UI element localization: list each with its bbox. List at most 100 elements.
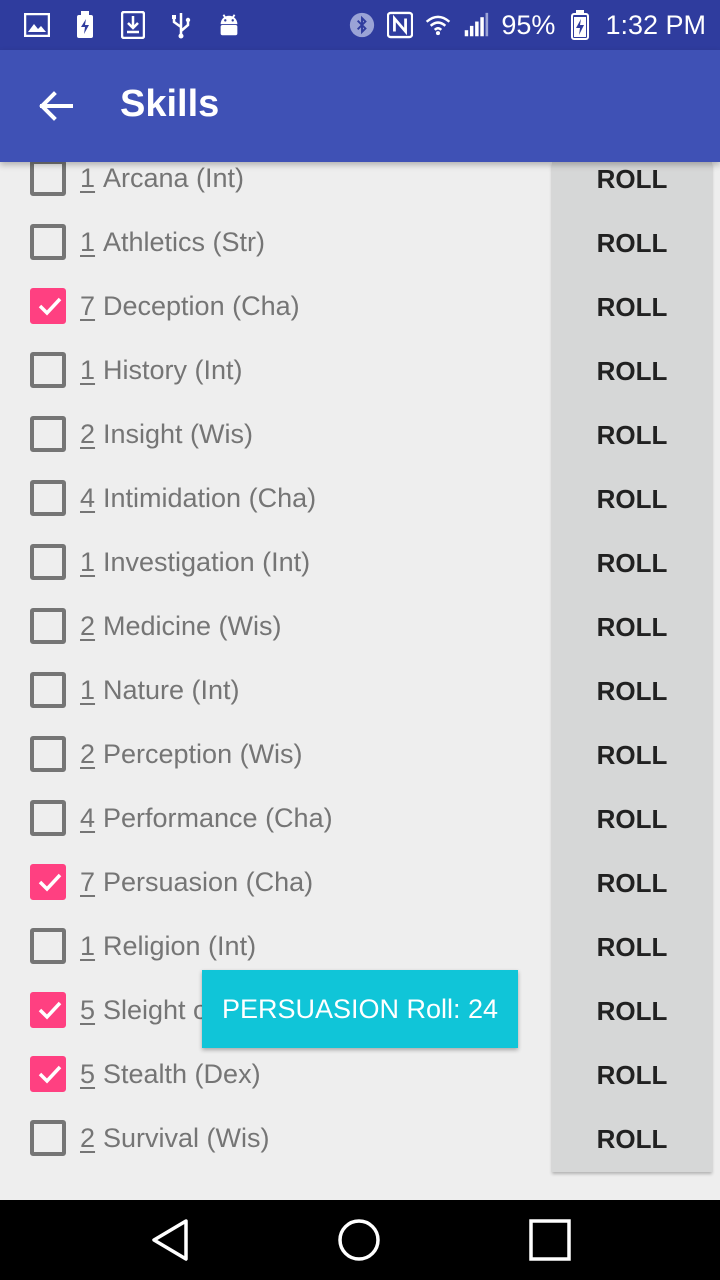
skill-label: Arcana (Int) (103, 163, 245, 193)
proficiency-checkbox[interactable] (30, 608, 66, 644)
skill-modifier[interactable]: 7 (80, 867, 95, 898)
proficiency-checkbox[interactable] (30, 1056, 66, 1092)
skill-modifier[interactable]: 4 (80, 803, 95, 834)
proficiency-checkbox[interactable] (30, 992, 66, 1028)
skill-row: 1 Arcana (Int) ROLL (0, 162, 720, 210)
skill-row: 2 Insight (Wis) ROLL (0, 402, 720, 466)
skill-label: Persuasion (Cha) (103, 867, 314, 897)
skill-row: 1 Athletics (Str) ROLL (0, 210, 720, 274)
roll-button[interactable]: ROLL (552, 420, 712, 451)
skill-row: 2 Survival (Wis) ROLL (0, 1106, 720, 1170)
skill-label: Intimidation (Cha) (103, 483, 317, 513)
skill-label: Insight (Wis) (103, 419, 254, 449)
roll-button[interactable]: ROLL (552, 164, 712, 195)
download-icon (120, 11, 146, 39)
roll-button[interactable]: ROLL (552, 548, 712, 579)
skill-modifier[interactable]: 1 (80, 931, 95, 962)
skill-label: Perception (Wis) (103, 739, 303, 769)
proficiency-checkbox[interactable] (30, 288, 66, 324)
skill-label: Religion (Int) (103, 931, 257, 961)
proficiency-checkbox[interactable] (30, 162, 66, 196)
roll-result-toast: PERSUASION Roll: 24 (202, 970, 518, 1048)
nav-bar (0, 1200, 720, 1280)
skill-label: Athletics (Str) (103, 227, 266, 257)
roll-button[interactable]: ROLL (552, 932, 712, 963)
skill-modifier[interactable]: 1 (80, 227, 95, 258)
skill-row: 4 Intimidation (Cha) ROLL (0, 466, 720, 530)
nav-home-icon (338, 1219, 380, 1261)
skill-modifier[interactable]: 1 (80, 675, 95, 706)
proficiency-checkbox[interactable] (30, 544, 66, 580)
nfc-icon (387, 11, 414, 39)
roll-button[interactable]: ROLL (552, 1060, 712, 1091)
check-icon (38, 297, 62, 316)
nav-back-button[interactable] (146, 1216, 194, 1264)
skill-row: 1 Religion (Int) ROLL (0, 914, 720, 978)
android-icon (216, 11, 242, 39)
nav-home-button[interactable] (335, 1216, 383, 1264)
skill-modifier[interactable]: 2 (80, 611, 95, 642)
proficiency-checkbox[interactable] (30, 416, 66, 452)
gallery-icon (24, 11, 50, 39)
skill-label: Nature (Int) (103, 675, 240, 705)
battery-icon (567, 10, 593, 40)
back-button[interactable] (28, 78, 84, 134)
nav-recents-icon (529, 1219, 571, 1261)
skill-row: 2 Perception (Wis) ROLL (0, 722, 720, 786)
check-icon (38, 873, 62, 892)
bluetooth-icon (349, 11, 375, 39)
roll-button[interactable]: ROLL (552, 1124, 712, 1155)
proficiency-checkbox[interactable] (30, 1120, 66, 1156)
check-icon (38, 1065, 62, 1084)
roll-button[interactable]: ROLL (552, 484, 712, 515)
signal-icon (463, 11, 489, 39)
roll-button[interactable]: ROLL (552, 996, 712, 1027)
skill-modifier[interactable]: 2 (80, 1123, 95, 1154)
skill-row: 1 Investigation (Int) ROLL (0, 530, 720, 594)
skill-row: 2 Medicine (Wis) ROLL (0, 594, 720, 658)
skill-label: Investigation (Int) (103, 547, 311, 577)
proficiency-checkbox[interactable] (30, 672, 66, 708)
proficiency-checkbox[interactable] (30, 736, 66, 772)
skill-label: Performance (Cha) (103, 803, 333, 833)
proficiency-checkbox[interactable] (30, 224, 66, 260)
skill-modifier[interactable]: 2 (80, 419, 95, 450)
proficiency-checkbox[interactable] (30, 928, 66, 964)
nav-back-icon (152, 1219, 188, 1261)
skill-modifier[interactable]: 1 (80, 547, 95, 578)
roll-button[interactable]: ROLL (552, 228, 712, 259)
skill-modifier[interactable]: 2 (80, 739, 95, 770)
roll-button[interactable]: ROLL (552, 676, 712, 707)
roll-button[interactable]: ROLL (552, 868, 712, 899)
battery-percent: 95% (501, 9, 556, 40)
roll-button[interactable]: ROLL (552, 356, 712, 387)
skill-modifier[interactable]: 5 (80, 995, 95, 1026)
roll-button[interactable]: ROLL (552, 804, 712, 835)
skill-row: 1 Nature (Int) ROLL (0, 658, 720, 722)
page-title: Skills (120, 83, 220, 125)
battery-charging-icon (72, 11, 98, 39)
skill-row: 1 History (Int) ROLL (0, 338, 720, 402)
skill-modifier[interactable]: 5 (80, 1059, 95, 1090)
check-icon (38, 1001, 62, 1020)
skill-modifier[interactable]: 1 (80, 355, 95, 386)
roll-button[interactable]: ROLL (552, 292, 712, 323)
app-bar: Skills (0, 50, 720, 162)
skill-row: 4 Performance (Cha) ROLL (0, 786, 720, 850)
skill-row: 5 Stealth (Dex) ROLL (0, 1042, 720, 1106)
proficiency-checkbox[interactable] (30, 864, 66, 900)
skill-modifier[interactable]: 1 (80, 163, 95, 194)
roll-button[interactable]: ROLL (552, 740, 712, 771)
skill-label: Survival (Wis) (103, 1123, 270, 1153)
proficiency-checkbox[interactable] (30, 352, 66, 388)
status-bar: 95% 1:32 PM (0, 0, 720, 50)
skill-label: History (Int) (103, 355, 243, 385)
skill-modifier[interactable]: 4 (80, 483, 95, 514)
roll-button[interactable]: ROLL (552, 612, 712, 643)
skill-label: Deception (Cha) (103, 291, 300, 321)
proficiency-checkbox[interactable] (30, 480, 66, 516)
proficiency-checkbox[interactable] (30, 800, 66, 836)
nav-recents-button[interactable] (526, 1216, 574, 1264)
skill-modifier[interactable]: 7 (80, 291, 95, 322)
skill-row: 7 Deception (Cha) ROLL (0, 274, 720, 338)
